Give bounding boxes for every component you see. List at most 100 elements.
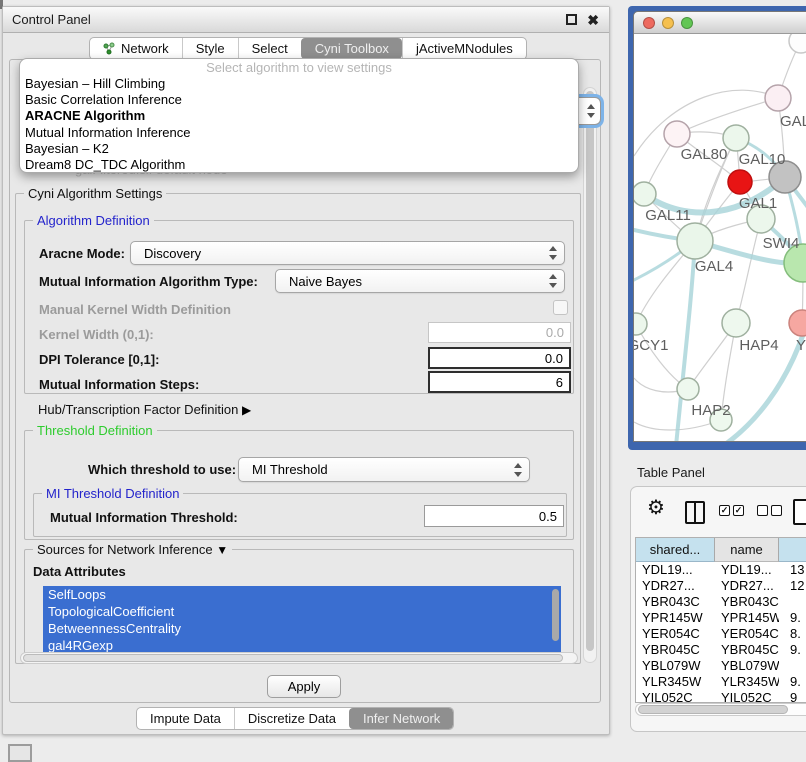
- minimize-light-icon[interactable]: [662, 17, 674, 29]
- float-window-icon[interactable]: [566, 14, 577, 25]
- network-node-gal-partial[interactable]: [765, 85, 791, 111]
- node-label-swi4: SWI4: [763, 235, 800, 252]
- algorithm-option-mutual-information-inference[interactable]: Mutual Information Inference: [20, 125, 578, 141]
- network-node-gcy1[interactable]: [634, 313, 647, 335]
- network-node-hap2[interactable]: [677, 378, 699, 400]
- mi-type-value: Naive Bayes: [289, 274, 362, 289]
- network-window-titlebar[interactable]: [634, 12, 806, 34]
- algorithm-option-basic-correlation-inference[interactable]: Basic Correlation Inference: [20, 92, 578, 108]
- algorithm-option-aracne-algorithm[interactable]: ARACNE Algorithm: [20, 108, 578, 124]
- network-node-gal1-red[interactable]: [728, 170, 752, 194]
- tab-select[interactable]: Select: [238, 38, 301, 59]
- algorithm-popup-placeholder: Select algorithm to view settings: [20, 59, 578, 76]
- network-node-salmon-y[interactable]: [789, 310, 806, 336]
- manual-kernel-label: Manual Kernel Width Definition: [39, 302, 231, 317]
- column-header-shared[interactable]: shared...: [636, 538, 715, 562]
- network-edge[interactable]: [636, 324, 688, 389]
- settings-horizontal-scrollbar[interactable]: [20, 652, 578, 664]
- data-attributes-list[interactable]: SelfLoopsTopologicalCoefficientBetweenne…: [43, 586, 561, 654]
- tab-cyni-toolbox[interactable]: Cyni Toolbox: [301, 38, 402, 59]
- control-panel-titlebar[interactable]: Control Panel ✖: [3, 7, 609, 33]
- network-edge[interactable]: [736, 219, 761, 323]
- table-panel-title: Table Panel: [637, 465, 705, 480]
- table-row[interactable]: YBL079WYBL079W: [636, 658, 806, 674]
- dpi-tolerance-label: DPI Tolerance [0,1]:: [39, 352, 159, 367]
- attribute-selfloops[interactable]: SelfLoops: [43, 586, 561, 603]
- table-header-row: shared...name: [636, 538, 806, 562]
- list-scrollbar-thumb[interactable]: [552, 589, 559, 641]
- table-cell: YIL052C: [636, 690, 715, 702]
- table-row[interactable]: YBR043CYBR043C: [636, 594, 806, 610]
- table-cell: 9.: [779, 642, 806, 658]
- network-window-focus-ring: GALGAL80GAL10GAL1GAL11SWI4GAL4GCY1HAP4YH…: [628, 6, 806, 450]
- algorithm-option-bayesian-k2[interactable]: Bayesian – K2: [20, 141, 578, 157]
- aracne-mode-label: Aracne Mode:: [39, 246, 125, 261]
- network-node-gal80[interactable]: [664, 121, 690, 147]
- attribute-topologicalcoefficient[interactable]: TopologicalCoefficient: [43, 603, 561, 620]
- table-horizontal-scrollbar[interactable]: [635, 703, 806, 716]
- table-row[interactable]: YPR145WYPR145W9.: [636, 610, 806, 626]
- cyni-algorithm-settings-group: Cyni Algorithm Settings Algorithm Defini…: [15, 193, 581, 664]
- tab-impute-data[interactable]: Impute Data: [137, 708, 234, 729]
- document-icon[interactable]: [793, 499, 806, 525]
- close-light-icon[interactable]: [643, 17, 655, 29]
- network-node-gal4[interactable]: [677, 223, 713, 259]
- network-node-hap4[interactable]: [722, 309, 750, 337]
- table-row[interactable]: YDR27...YDR27...12: [636, 578, 806, 594]
- tab-network[interactable]: Network: [90, 38, 182, 59]
- gear-icon[interactable]: ⚙: [647, 495, 665, 520]
- column-header-name[interactable]: name: [715, 538, 779, 562]
- apply-button[interactable]: Apply: [267, 675, 341, 698]
- mi-steps-field[interactable]: 6: [428, 371, 571, 393]
- which-threshold-label: Which threshold to use:: [88, 462, 236, 477]
- column-header-partial[interactable]: [779, 538, 806, 562]
- sources-group-title[interactable]: Sources for Network Inference ▼: [33, 542, 232, 557]
- which-threshold-combo[interactable]: MI Threshold: [238, 457, 530, 482]
- tab-style[interactable]: Style: [182, 38, 238, 59]
- kernel-width-label: Kernel Width (0,1):: [39, 327, 154, 342]
- sources-group: Sources for Network Inference ▼ Data Att…: [24, 549, 574, 659]
- dpi-tolerance-field[interactable]: 0.0: [428, 347, 571, 369]
- table-row[interactable]: YER054CYER054C8.: [636, 626, 806, 642]
- table-row[interactable]: YLR345WYLR345W9.: [636, 674, 806, 690]
- tab-infer-network[interactable]: Infer Network: [349, 708, 453, 729]
- settings-vertical-scrollbar[interactable]: [583, 87, 597, 663]
- network-node-gal11[interactable]: [634, 182, 656, 206]
- table-rows: YDL19...YDL19...13YDR27...YDR27...12YBR0…: [636, 562, 806, 702]
- columns-icon[interactable]: [685, 501, 705, 524]
- algorithm-option-bayesian-hill-climbing[interactable]: Bayesian – Hill Climbing: [20, 76, 578, 92]
- network-canvas[interactable]: GALGAL80GAL10GAL1GAL11SWI4GAL4GCY1HAP4YH…: [634, 34, 806, 442]
- aracne-mode-combo[interactable]: Discovery: [130, 241, 565, 265]
- aracne-mode-value: Discovery: [144, 246, 201, 261]
- algorithm-option-dream8-dc-tdc-algorithm[interactable]: Dream8 DC_TDC Algorithm: [20, 157, 578, 173]
- node-label-gal4: GAL4: [695, 258, 733, 275]
- table-cell: 9.: [779, 610, 806, 626]
- zoom-light-icon[interactable]: [681, 17, 693, 29]
- network-node-unnamed-top[interactable]: [789, 34, 806, 53]
- table-row[interactable]: YDL19...YDL19...13: [636, 562, 806, 578]
- table-cell: [779, 594, 806, 610]
- manual-kernel-checkbox[interactable]: [553, 300, 568, 315]
- control-panel-tabbar: NetworkStyleSelectCyni ToolboxjActiveMNo…: [89, 37, 527, 60]
- table-row[interactable]: YIL052CYIL052C9: [636, 690, 806, 702]
- table-cell: 9: [779, 690, 806, 702]
- scrollbar-thumb[interactable]: [586, 91, 594, 651]
- hub-definition-label[interactable]: Hub/Transcription Factor Definition ▶: [38, 402, 251, 417]
- collapse-down-icon[interactable]: ▼: [216, 543, 228, 557]
- tab-jactivemnodules[interactable]: jActiveMNodules: [402, 38, 526, 59]
- scrollbar-thumb[interactable]: [23, 654, 563, 662]
- close-icon[interactable]: ✖: [587, 11, 599, 29]
- table-cell: YER054C: [715, 626, 779, 642]
- mi-type-combo[interactable]: Naive Bayes: [275, 269, 565, 293]
- node-table: shared...name YDL19...YDL19...13YDR27...…: [635, 537, 806, 703]
- mi-threshold-field[interactable]: 0.5: [424, 505, 564, 527]
- table-cell: YER054C: [636, 626, 715, 642]
- deselect-all-checkboxes-icon[interactable]: [757, 505, 782, 516]
- scrollbar-thumb[interactable]: [638, 705, 788, 714]
- table-row[interactable]: YBR045CYBR045C9.: [636, 642, 806, 658]
- which-threshold-value: MI Threshold: [252, 462, 328, 477]
- attribute-betweennesscentrality[interactable]: BetweennessCentrality: [43, 620, 561, 637]
- expand-right-icon[interactable]: ▶: [242, 403, 251, 417]
- select-all-checkboxes-icon[interactable]: ✓ ✓: [719, 505, 744, 516]
- tab-discretize-data[interactable]: Discretize Data: [234, 708, 349, 729]
